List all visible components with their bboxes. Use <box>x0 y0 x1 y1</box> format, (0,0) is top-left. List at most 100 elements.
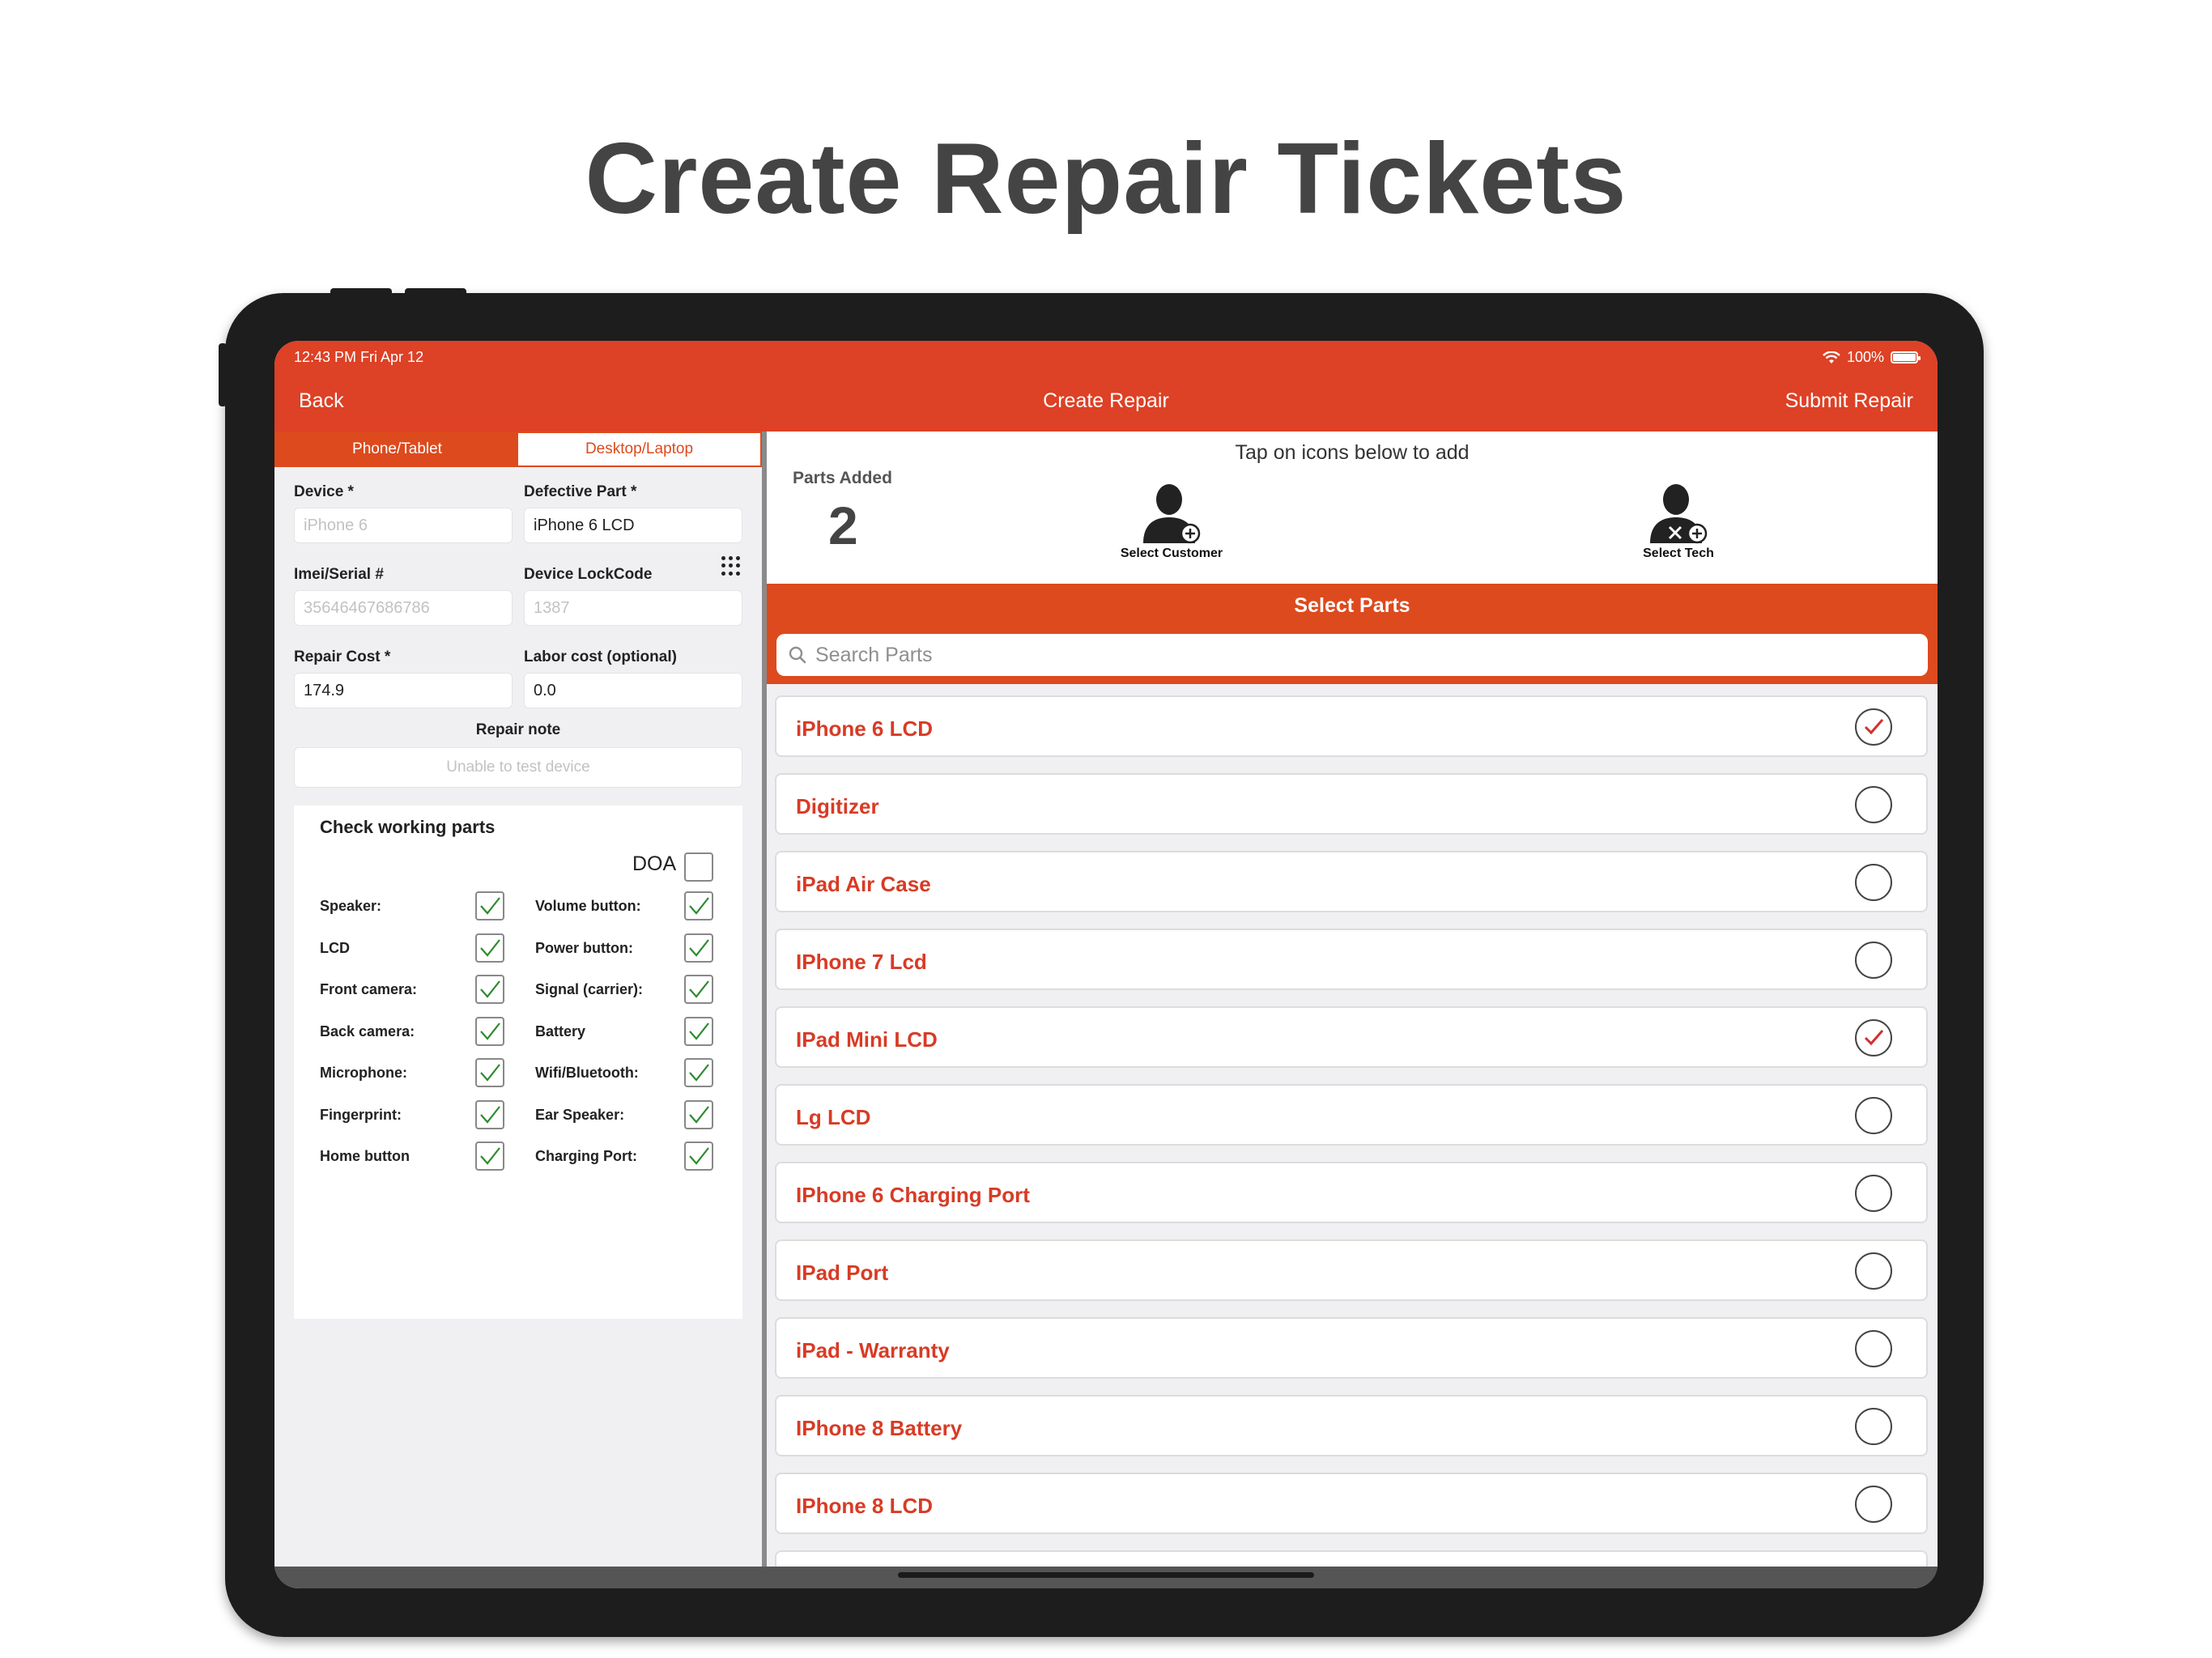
part-row[interactable]: iPhone 6 LCD <box>775 695 1928 757</box>
search-bar[interactable] <box>776 634 1928 676</box>
part-unselected-radio[interactable] <box>1855 864 1892 901</box>
working-part-checkbox[interactable] <box>475 933 504 963</box>
part-row[interactable]: Digitizer <box>775 773 1928 835</box>
working-part-checkbox[interactable] <box>475 1058 504 1087</box>
check-mark-icon <box>480 1105 500 1124</box>
part-row[interactable]: IPhone 6 Charging Port <box>775 1162 1928 1223</box>
top-button-right <box>405 288 466 296</box>
page-headline: Create Repair Tickets <box>585 123 1627 235</box>
checklist-label: LCD <box>320 939 350 956</box>
search-bar-container <box>767 627 1938 684</box>
checklist-row: Speaker: Volume button: <box>294 891 742 920</box>
part-row[interactable]: iPad - Warranty <box>775 1317 1928 1379</box>
parts-added-count: 2 <box>828 495 858 555</box>
repair-note-input[interactable]: Unable to test device <box>294 747 742 788</box>
part-unselected-radio[interactable] <box>1855 786 1892 823</box>
part-row[interactable]: IPad Port <box>775 1239 1928 1301</box>
part-unselected-radio[interactable] <box>1855 1252 1892 1290</box>
part-name: IPad Mini LCD <box>796 1027 938 1052</box>
checklist-label: Microphone: <box>320 1065 407 1081</box>
top-button-left <box>330 288 392 296</box>
working-part-checkbox[interactable] <box>475 975 504 1004</box>
check-mark-icon <box>689 1022 709 1040</box>
part-unselected-radio[interactable] <box>1855 1097 1892 1134</box>
part-unselected-radio[interactable] <box>1855 942 1892 979</box>
check-mark-icon <box>480 938 500 957</box>
working-part-checkbox[interactable] <box>475 1099 504 1129</box>
checklist-label: Home button <box>320 1148 410 1164</box>
check-mark-icon <box>689 1105 709 1124</box>
selected-check-icon <box>1864 719 1884 735</box>
part-unselected-radio[interactable] <box>1855 1408 1892 1445</box>
checklist-row: Home button Charging Port: <box>294 1141 742 1171</box>
repair-cost-input[interactable]: 174.9 <box>294 673 513 708</box>
lockcode-label: Device LockCode <box>524 566 653 583</box>
add-customer-icon <box>1143 484 1201 544</box>
working-part-checkbox[interactable] <box>684 891 713 920</box>
select-customer-label: Select Customer <box>1120 546 1223 560</box>
check-mark-icon <box>689 1147 709 1165</box>
part-unselected-radio[interactable] <box>1855 1330 1892 1367</box>
selected-check-icon <box>1864 1030 1884 1046</box>
search-parts-input[interactable] <box>815 643 1928 667</box>
device-type-segmented-control: Phone/Tablet Desktop/Laptop <box>274 432 762 467</box>
ticket-summary: Tap on icons below to add Parts Added 2 … <box>767 432 1938 584</box>
part-name: IPad Port <box>796 1261 889 1285</box>
working-parts-panel: Check working parts DOA Speaker: Volume b… <box>294 806 742 1319</box>
working-part-checkbox[interactable] <box>475 891 504 920</box>
select-parts-header: Select Parts <box>767 584 1938 627</box>
part-selected-radio[interactable] <box>1855 708 1892 746</box>
parts-list: iPhone 6 LCD Digitizer iPad Air Case IPhone… <box>775 695 1928 1567</box>
part-row[interactable]: IPhone 7 Lcd <box>775 929 1928 990</box>
check-mark-icon <box>480 1147 500 1165</box>
working-part-checkbox[interactable] <box>684 1099 713 1129</box>
defective-part-input[interactable]: iPhone 6 LCD <box>524 508 742 543</box>
defective-part-label: Defective Part * <box>524 483 637 500</box>
checklist-label: Volume button: <box>535 898 641 914</box>
checklist-label: Wifi/Bluetooth: <box>535 1065 639 1081</box>
imei-input[interactable]: 35646467686786 <box>294 590 513 626</box>
submit-repair-button[interactable]: Submit Repair <box>1785 389 1913 413</box>
part-row[interactable]: Lg LCD <box>775 1084 1928 1146</box>
check-mark-icon <box>480 897 500 915</box>
part-row[interactable]: IPhone 8 LCD <box>775 1473 1928 1534</box>
labor-cost-input[interactable]: 0.0 <box>524 673 742 708</box>
doa-checkbox[interactable] <box>684 852 713 882</box>
part-row[interactable]: IPhone 8 Battery <box>775 1395 1928 1456</box>
repair-form-pane: Phone/Tablet Desktop/Laptop Device * iPh… <box>274 432 762 1567</box>
device-input[interactable]: iPhone 6 <box>294 508 513 543</box>
working-part-checkbox[interactable] <box>684 933 713 963</box>
battery-percent: 100% <box>1846 349 1884 365</box>
part-row[interactable]: iPad Air Case <box>775 851 1928 912</box>
working-part-checkbox[interactable] <box>684 1058 713 1087</box>
working-part-checkbox[interactable] <box>475 1016 504 1046</box>
select-tech-button[interactable]: Select Tech <box>1597 480 1759 561</box>
select-tech-label: Select Tech <box>1643 546 1714 560</box>
home-indicator-area <box>274 1567 1938 1588</box>
add-technician-icon <box>1650 484 1708 544</box>
part-selected-radio[interactable] <box>1855 1019 1892 1056</box>
select-customer-button[interactable]: Select Customer <box>1091 480 1253 561</box>
working-part-checkbox[interactable] <box>475 1141 504 1171</box>
working-part-checkbox[interactable] <box>684 1141 713 1171</box>
part-row-partial <box>775 1550 1928 1567</box>
working-parts-title: Check working parts <box>320 817 496 837</box>
segment-desktop-laptop[interactable]: Desktop/Laptop <box>518 433 760 466</box>
part-name: iPad Air Case <box>796 872 931 896</box>
keypad-grid-icon[interactable] <box>721 556 741 576</box>
part-name: IPhone 8 LCD <box>796 1494 934 1518</box>
working-part-checkbox[interactable] <box>684 1016 713 1046</box>
part-name: IPhone 6 Charging Port <box>796 1183 1030 1207</box>
part-row[interactable]: IPad Mini LCD <box>775 1006 1928 1068</box>
check-mark-icon <box>689 897 709 915</box>
segment-phone-tablet[interactable]: Phone/Tablet <box>276 433 518 466</box>
part-unselected-radio[interactable] <box>1855 1486 1892 1523</box>
app-screen: 12:43 PM Fri Apr 12 100% Create Repair B… <box>274 341 1938 1588</box>
back-button[interactable]: Back <box>299 389 344 413</box>
repair-note-label: Repair note <box>475 721 561 738</box>
tap-hint: Tap on icons below to add <box>1235 441 1470 464</box>
lockcode-input[interactable]: 1387 <box>524 590 742 626</box>
part-unselected-radio[interactable] <box>1855 1175 1892 1212</box>
part-name: Lg LCD <box>796 1105 871 1129</box>
working-part-checkbox[interactable] <box>684 975 713 1004</box>
